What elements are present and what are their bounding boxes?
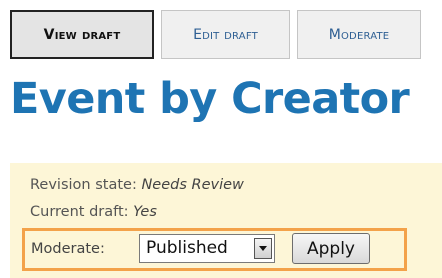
tab-view-draft-label: View draft — [43, 26, 121, 43]
tab-moderate-label: Moderate — [328, 26, 390, 43]
revision-state-line: Revision state: Needs Review — [30, 177, 244, 193]
current-draft-value: Yes — [133, 204, 157, 220]
tab-edit-draft-label: Edit draft — [193, 26, 258, 43]
moderation-state-selected-value: Published — [146, 238, 228, 258]
dropdown-arrow-icon[interactable] — [254, 238, 272, 259]
tab-edit-draft[interactable]: Edit draft — [161, 10, 290, 59]
revision-state-value: Needs Review — [141, 177, 244, 193]
tab-view-draft[interactable]: View draft — [10, 10, 154, 59]
apply-button[interactable]: Apply — [292, 233, 370, 264]
tab-moderate[interactable]: Moderate — [297, 10, 421, 59]
revision-state-label: Revision state: — [30, 177, 137, 193]
page-title: Event by Creator — [10, 74, 410, 124]
current-draft-line: Current draft: Yes — [30, 204, 157, 220]
moderate-label: Moderate: — [31, 241, 105, 257]
current-draft-label: Current draft: — [30, 204, 129, 220]
moderation-state-select[interactable]: Published — [139, 234, 275, 263]
